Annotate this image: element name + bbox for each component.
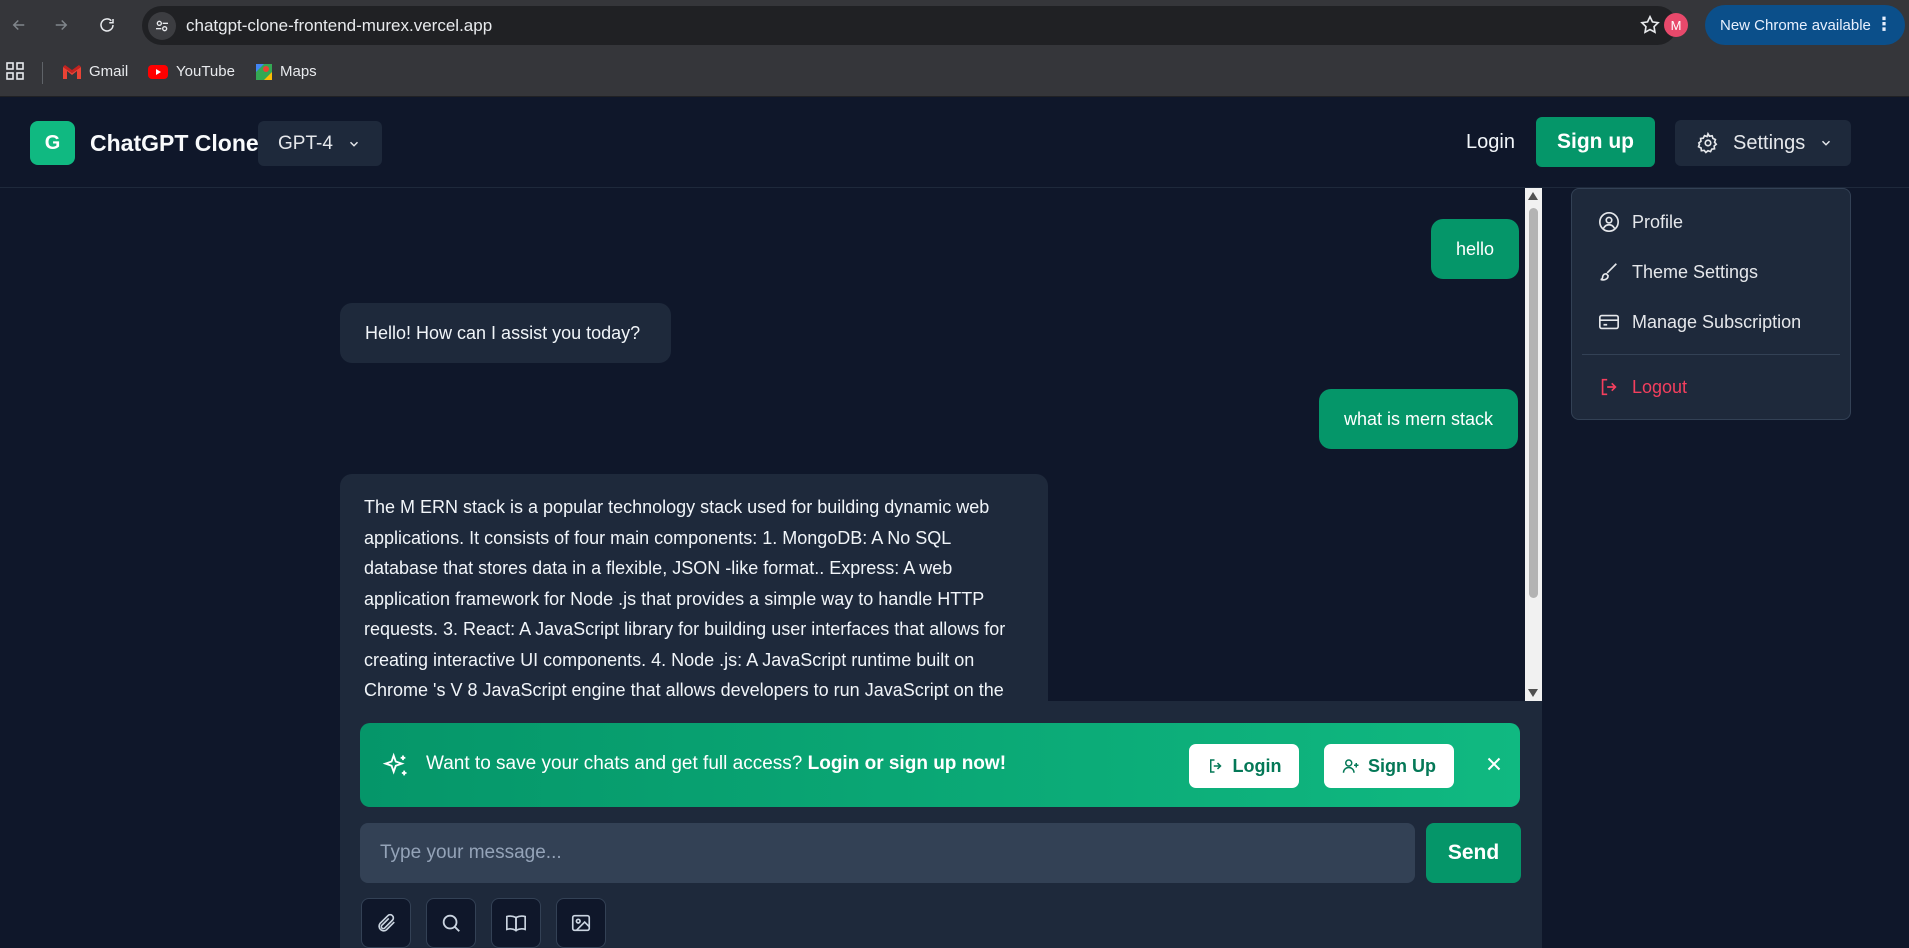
message-assistant: The M ERN stack is a popular technology … — [340, 474, 1048, 701]
update-label: New Chrome available — [1720, 16, 1871, 34]
book-icon — [506, 915, 526, 932]
signup-banner: Want to save your chats and get full acc… — [360, 723, 1520, 807]
scroll-up-icon[interactable] — [1528, 192, 1538, 200]
close-banner-icon[interactable] — [1483, 753, 1505, 780]
user-plus-icon — [1342, 759, 1359, 773]
reload-icon — [100, 18, 114, 32]
credit-card-icon — [1599, 314, 1619, 330]
scroll-down-icon[interactable] — [1528, 689, 1538, 697]
banner-signup-button[interactable]: Sign Up — [1324, 744, 1454, 788]
image-button[interactable] — [556, 898, 606, 948]
more-vert-icon[interactable]: ⋮ — [1875, 14, 1893, 35]
logout-icon — [1601, 378, 1617, 396]
app-title: ChatGPT Clone — [90, 130, 259, 156]
search-icon — [442, 914, 460, 932]
menu-item-manage-subscription[interactable]: Manage Subscription — [1598, 307, 1801, 337]
bookmark-star-icon[interactable] — [1639, 14, 1661, 41]
arrow-left-icon — [12, 19, 25, 31]
model-selector[interactable]: GPT-4 — [258, 121, 382, 166]
settings-dropdown: Profile Theme Settings Manage Subscripti… — [1571, 188, 1851, 420]
url-text[interactable]: chatgpt-clone-frontend-murex.vercel.app — [186, 16, 492, 36]
bookmark-gmail[interactable]: Gmail — [63, 63, 128, 80]
scroll-thumb[interactable] — [1529, 208, 1538, 598]
banner-message: Want to save your chats and get full acc… — [426, 753, 1007, 774]
attach-button[interactable] — [361, 898, 411, 948]
message-input[interactable] — [360, 823, 1415, 883]
gear-icon — [1697, 132, 1718, 154]
message-user: what is mern stack — [1319, 389, 1519, 449]
send-button[interactable]: Send — [1426, 823, 1521, 883]
forward-button[interactable] — [48, 12, 74, 38]
message-user: hello — [1431, 219, 1520, 279]
site-info-icon[interactable] — [148, 12, 176, 40]
bookmarks-bar: Gmail YouTube Maps — [0, 50, 1909, 97]
app-logo: G — [30, 121, 75, 165]
model-label: GPT-4 — [278, 132, 333, 154]
chrome-update-button[interactable]: New Chrome available ⋮ — [1705, 5, 1905, 45]
bookmark-youtube[interactable]: YouTube — [148, 63, 235, 80]
profile-avatar[interactable]: M — [1664, 13, 1688, 37]
youtube-icon — [148, 64, 168, 79]
bookmark-maps[interactable]: Maps — [256, 63, 317, 80]
menu-item-logout[interactable]: Logout — [1598, 372, 1687, 402]
header-signup-button[interactable]: Sign up — [1536, 117, 1655, 167]
maps-icon — [256, 63, 272, 80]
banner-emphasis: Login or sign up now! — [807, 753, 1007, 774]
gmail-icon — [63, 64, 81, 79]
user-circle-icon — [1599, 212, 1619, 232]
chevron-down-icon — [349, 141, 358, 147]
app-header: G ChatGPT Clone GPT-4 Login Sign up Sett… — [0, 97, 1909, 188]
menu-item-theme-settings[interactable]: Theme Settings — [1598, 257, 1758, 287]
settings-button[interactable]: Settings — [1675, 120, 1851, 166]
menu-item-profile[interactable]: Profile — [1598, 207, 1683, 237]
reload-button[interactable] — [94, 12, 120, 38]
composer-panel: Want to save your chats and get full acc… — [340, 701, 1542, 948]
address-bar[interactable]: chatgpt-clone-frontend-murex.vercel.app — [142, 6, 1677, 45]
sparkles-icon — [382, 752, 407, 776]
bookmarks-divider — [42, 62, 43, 84]
header-login-button[interactable]: Login — [1466, 131, 1515, 154]
search-button[interactable] — [426, 898, 476, 948]
book-button[interactable] — [491, 898, 541, 948]
menu-divider — [1582, 354, 1840, 355]
chat-scrollbar[interactable] — [1525, 188, 1542, 701]
apps-grid-icon[interactable] — [6, 62, 24, 80]
chat-messages: hello Hello! How can I assist you today?… — [340, 188, 1542, 701]
back-button[interactable] — [6, 12, 32, 38]
settings-label: Settings — [1733, 131, 1806, 154]
chevron-down-icon — [1822, 140, 1831, 146]
paperclip-icon — [378, 913, 395, 932]
image-icon — [571, 914, 591, 932]
arrow-right-icon — [55, 19, 68, 31]
login-icon — [1209, 759, 1222, 773]
message-assistant: Hello! How can I assist you today? — [340, 303, 671, 363]
browser-toolbar: chatgpt-clone-frontend-murex.vercel.app … — [0, 0, 1909, 50]
banner-login-button[interactable]: Login — [1189, 744, 1299, 788]
paintbrush-icon — [1600, 263, 1617, 281]
